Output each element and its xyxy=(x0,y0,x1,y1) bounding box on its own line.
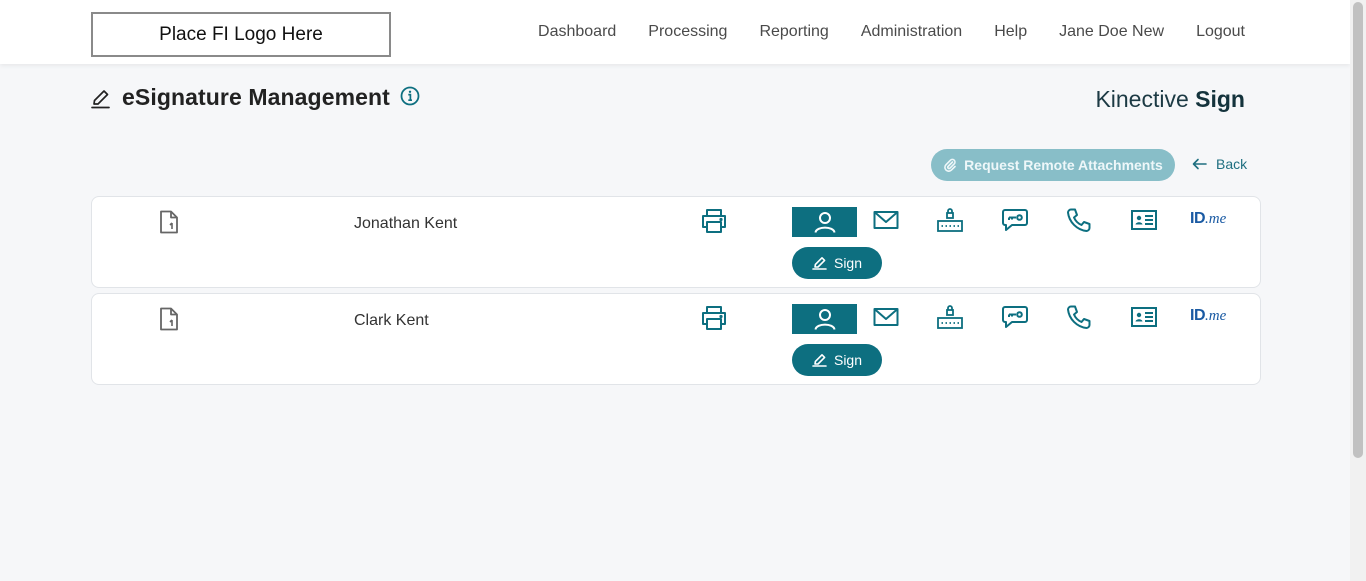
kba-router-icon[interactable] xyxy=(936,207,964,233)
idme-me: .me xyxy=(1205,211,1227,227)
idme-id: ID xyxy=(1190,307,1206,324)
document-icon[interactable] xyxy=(159,307,179,331)
id-card-icon[interactable] xyxy=(1130,304,1158,330)
pen-icon xyxy=(812,354,827,367)
brand-light: Kinective xyxy=(1095,86,1189,112)
person-icon xyxy=(814,212,835,233)
phone-icon[interactable] xyxy=(1065,207,1093,233)
email-icon[interactable] xyxy=(872,304,900,330)
nav-reporting[interactable]: Reporting xyxy=(759,23,828,41)
sms-passcode-icon[interactable] xyxy=(1001,207,1029,233)
pen-icon xyxy=(91,89,110,108)
in-person-signer-button[interactable] xyxy=(792,304,857,334)
sign-button[interactable]: Sign xyxy=(792,344,882,376)
signer-card: Clark Kent ID.me Sign xyxy=(91,293,1261,385)
brand-wordmark: Kinective Sign xyxy=(1095,86,1245,113)
request-remote-attachments-button[interactable]: Request Remote Attachments xyxy=(931,149,1175,181)
person-icon xyxy=(814,309,835,330)
email-icon[interactable] xyxy=(872,207,900,233)
page-header: eSignature Management xyxy=(90,84,420,111)
logo-placeholder[interactable]: Place FI Logo Here xyxy=(91,12,391,57)
nav-logout[interactable]: Logout xyxy=(1196,23,1245,41)
in-person-signer-button[interactable] xyxy=(792,207,857,237)
printer-icon[interactable] xyxy=(700,208,728,234)
brand-bold: Sign xyxy=(1195,86,1245,112)
phone-icon[interactable] xyxy=(1065,304,1093,330)
nav-dashboard[interactable]: Dashboard xyxy=(538,23,616,41)
sms-passcode-icon[interactable] xyxy=(1001,304,1029,330)
sign-button[interactable]: Sign xyxy=(792,247,882,279)
sign-label: Sign xyxy=(833,255,863,271)
paperclip-icon xyxy=(944,158,956,172)
back-link[interactable]: Back xyxy=(1192,156,1247,172)
nav-help[interactable]: Help xyxy=(994,23,1027,41)
kba-router-icon[interactable] xyxy=(936,304,964,330)
signer-name: Jonathan Kent xyxy=(354,215,458,232)
printer-icon[interactable] xyxy=(700,305,728,331)
pen-icon xyxy=(812,257,827,270)
id-card-icon[interactable] xyxy=(1130,207,1158,233)
idme-logo-button[interactable]: ID.me xyxy=(1190,307,1226,325)
scrollbar-thumb[interactable] xyxy=(1353,2,1363,458)
nav-processing[interactable]: Processing xyxy=(648,23,727,41)
idme-logo-button[interactable]: ID.me xyxy=(1190,210,1226,228)
signer-card: Jonathan Kent ID.me Sign xyxy=(91,196,1261,288)
main-nav: Dashboard Processing Reporting Administr… xyxy=(506,0,1245,64)
top-navigation-bar: Place FI Logo Here Dashboard Processing … xyxy=(0,0,1350,64)
document-icon[interactable] xyxy=(159,210,179,234)
request-remote-attachments-label: Request Remote Attachments xyxy=(964,157,1163,173)
signer-name: Clark Kent xyxy=(354,312,429,329)
page-title: eSignature Management xyxy=(122,84,390,110)
info-icon[interactable] xyxy=(400,86,420,106)
nav-administration[interactable]: Administration xyxy=(861,23,962,41)
sign-label: Sign xyxy=(833,352,863,368)
idme-me: .me xyxy=(1205,308,1227,324)
idme-id: ID xyxy=(1190,210,1206,227)
logo-text: Place FI Logo Here xyxy=(159,23,323,45)
vertical-scrollbar[interactable] xyxy=(1350,0,1366,581)
back-label: Back xyxy=(1216,156,1248,172)
arrow-left-icon xyxy=(1192,158,1207,170)
nav-user-menu[interactable]: Jane Doe New xyxy=(1059,23,1164,41)
